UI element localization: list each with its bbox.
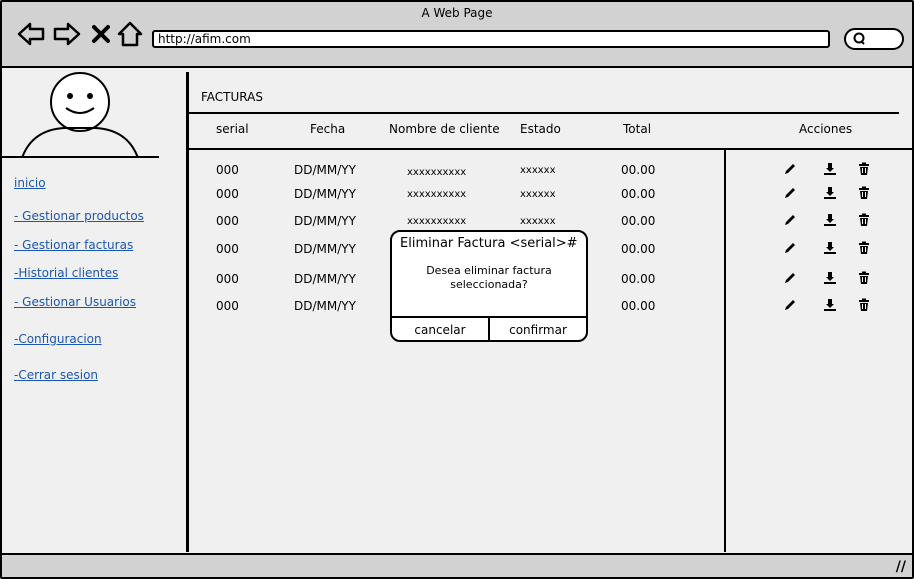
delete-icon[interactable]: [857, 297, 871, 311]
sidebar-item-gestionar-facturas[interactable]: - Gestionar facturas: [14, 238, 133, 252]
resize-handle[interactable]: //: [896, 559, 906, 575]
download-icon[interactable]: [823, 297, 837, 311]
edit-icon[interactable]: [783, 161, 797, 175]
download-icon[interactable]: [823, 212, 837, 226]
column-header-fecha: Fecha: [310, 122, 346, 136]
edit-icon[interactable]: [783, 240, 797, 254]
edit-icon[interactable]: [783, 212, 797, 226]
browser-window: A Web Page http://afim.com inicio - Gest…: [0, 0, 914, 579]
delete-icon[interactable]: [857, 161, 871, 175]
delete-invoice-dialog: Eliminar Factura <serial># Desea elimina…: [390, 230, 588, 342]
cell-total: 00.00: [621, 299, 656, 313]
edit-icon[interactable]: [783, 185, 797, 199]
cell-total: 00.00: [621, 272, 656, 286]
actions-divider: [724, 148, 726, 552]
cell-fecha: DD/MM/YY: [294, 187, 356, 201]
home-icon[interactable]: [116, 20, 144, 48]
dialog-title: Eliminar Factura <serial>#: [400, 236, 578, 251]
cell-total: 00.00: [621, 214, 656, 228]
cell-serial: 000: [216, 187, 239, 201]
cell-estado: xxxxxx: [520, 189, 556, 200]
column-header-total: Total: [623, 122, 652, 136]
dialog-message: Desea eliminar factura seleccionada?: [426, 264, 552, 291]
back-icon[interactable]: [16, 20, 46, 48]
cell-fecha: DD/MM/YY: [294, 163, 356, 177]
sidebar-item-gestionar-productos[interactable]: - Gestionar productos: [14, 209, 144, 223]
cell-serial: 000: [216, 299, 239, 313]
edit-icon[interactable]: [783, 297, 797, 311]
column-header-acciones: Acciones: [799, 122, 853, 136]
download-icon[interactable]: [823, 185, 837, 199]
title-divider: [189, 112, 899, 114]
window-title: A Web Page: [421, 6, 493, 20]
cell-fecha: DD/MM/YY: [294, 299, 356, 313]
delete-icon[interactable]: [857, 240, 871, 254]
close-icon[interactable]: [90, 20, 112, 48]
cell-total: 00.00: [621, 163, 656, 177]
cell-total: 00.00: [621, 242, 656, 256]
sidebar-item-cerrar-sesion[interactable]: -Cerrar sesion: [14, 368, 98, 382]
header-divider: [189, 148, 912, 150]
cell-serial: 000: [216, 272, 239, 286]
search-icon: [852, 31, 866, 50]
cell-serial: 000: [216, 163, 239, 177]
search-button[interactable]: [844, 28, 904, 50]
title-bar: A Web Page http://afim.com: [2, 2, 912, 68]
download-icon[interactable]: [823, 240, 837, 254]
sidebar-item-inicio[interactable]: inicio: [14, 176, 46, 190]
download-icon[interactable]: [823, 270, 837, 284]
cell-cliente: xxxxxxxxxx: [407, 216, 467, 227]
forward-icon[interactable]: [52, 20, 82, 48]
page-title: FACTURAS: [201, 90, 263, 104]
confirm-button[interactable]: confirmar: [490, 318, 586, 342]
sidebar-item-gestionar-usuarios[interactable]: - Gestionar Usuarios: [14, 295, 136, 309]
cell-estado: xxxxxx: [520, 165, 556, 176]
cell-fecha: DD/MM/YY: [294, 214, 356, 228]
address-bar[interactable]: http://afim.com: [152, 30, 830, 48]
sidebar-item-configuracion[interactable]: -Configuracion: [14, 332, 102, 346]
delete-icon[interactable]: [857, 185, 871, 199]
delete-icon[interactable]: [857, 270, 871, 284]
delete-icon[interactable]: [857, 212, 871, 226]
sidebar: inicio - Gestionar productos - Gestionar…: [2, 68, 185, 555]
cell-serial: 000: [216, 242, 239, 256]
cell-cliente: xxxxxxxxxx: [407, 167, 467, 178]
edit-icon[interactable]: [783, 270, 797, 284]
cell-cliente: xxxxxxxxxx: [407, 189, 467, 200]
column-header-serial: serial: [216, 122, 249, 136]
cell-fecha: DD/MM/YY: [294, 242, 356, 256]
cell-total: 00.00: [621, 187, 656, 201]
download-icon[interactable]: [823, 161, 837, 175]
cell-estado: xxxxxx: [520, 216, 556, 227]
cell-fecha: DD/MM/YY: [294, 272, 356, 286]
sidebar-item-historial-clientes[interactable]: -Historial clientes: [14, 266, 118, 280]
column-header-cliente: Nombre de cliente: [389, 122, 500, 136]
cancel-button[interactable]: cancelar: [392, 318, 488, 342]
cell-serial: 000: [216, 214, 239, 228]
status-bar: //: [2, 553, 912, 577]
column-header-estado: Estado: [520, 122, 561, 136]
avatar: [2, 68, 159, 158]
